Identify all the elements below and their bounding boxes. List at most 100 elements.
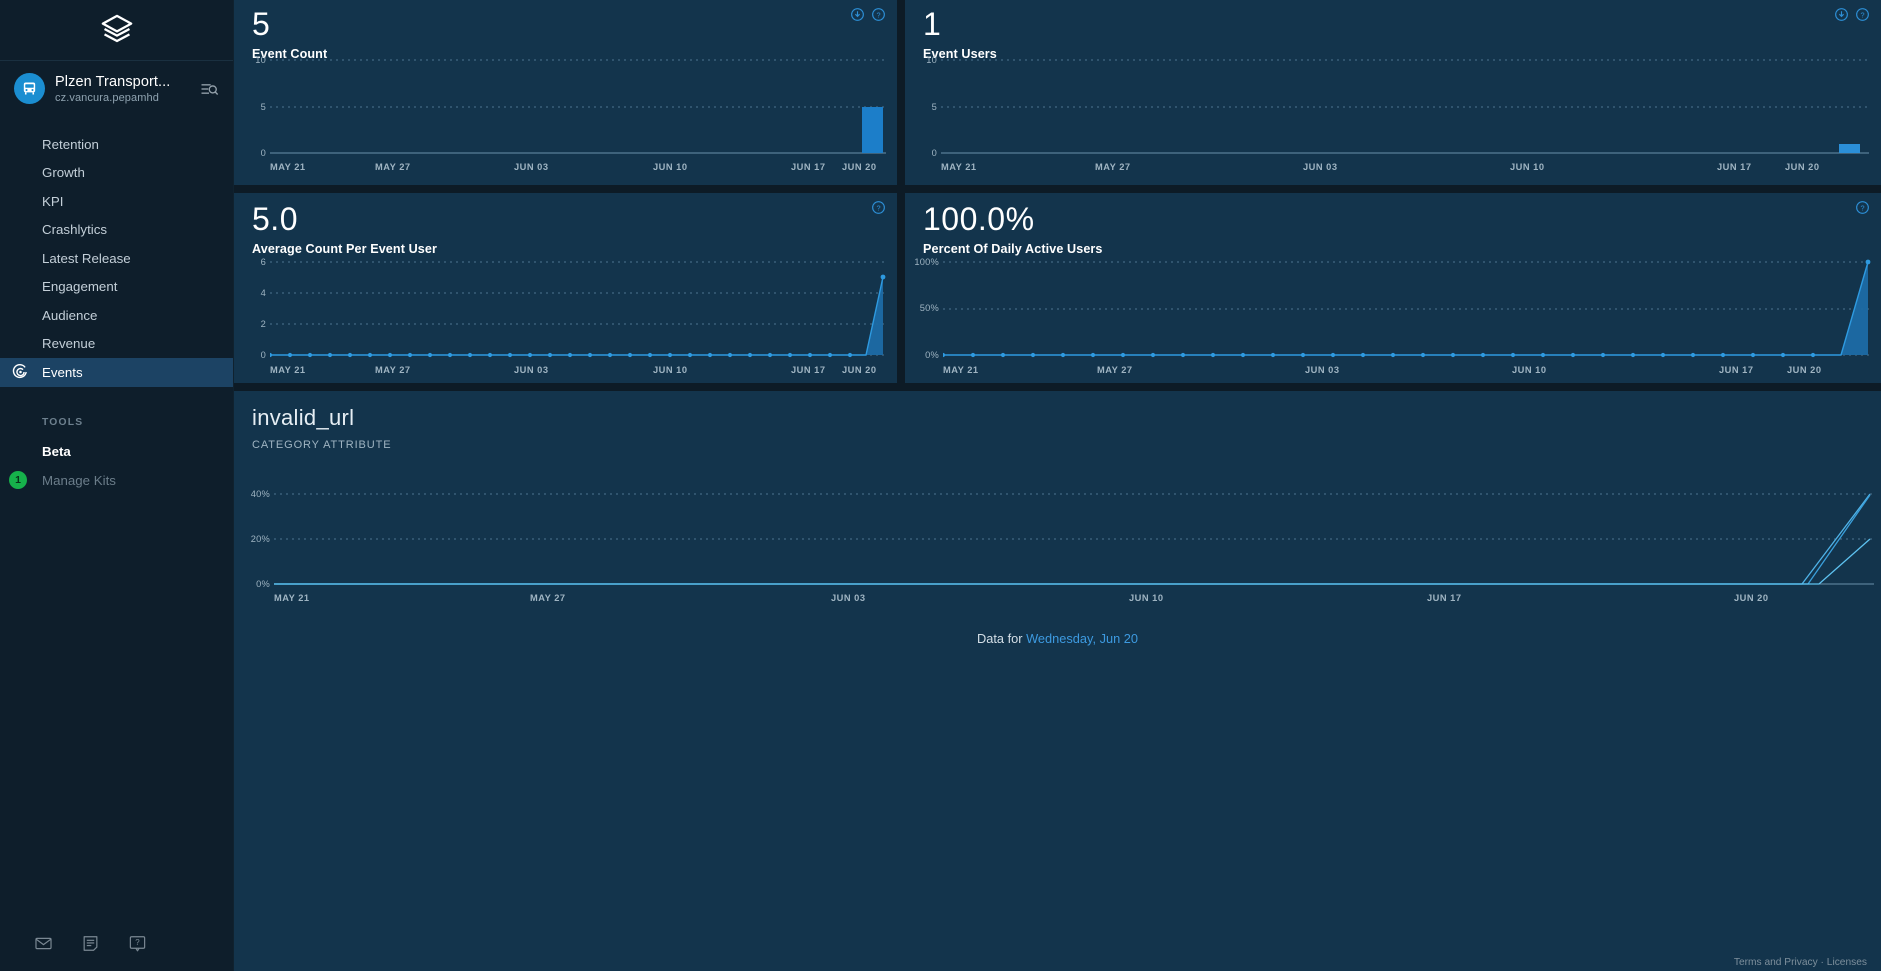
x-tick: JUN 10 — [1512, 365, 1547, 375]
brand-logo[interactable] — [0, 0, 233, 60]
sidebar-item-revenue[interactable]: Revenue — [0, 330, 233, 359]
y-tick: 6 — [260, 257, 266, 267]
bar-jun-20 — [862, 107, 883, 153]
card-actions: ? — [1835, 8, 1869, 21]
terms-link[interactable]: Terms and Privacy — [1734, 957, 1818, 968]
bar-jun-20 — [1839, 144, 1860, 153]
svg-text:?: ? — [135, 938, 140, 947]
x-tick: JUN 03 — [1305, 365, 1340, 375]
list-search-icon[interactable] — [199, 79, 219, 99]
sidebar-item-label: Events — [42, 364, 83, 380]
app-meta: Plzen Transport... cz.vancura.pepamhd — [55, 74, 189, 104]
kpi-value: 100.0% — [923, 201, 1035, 237]
help-icon[interactable]: ? — [872, 8, 885, 21]
x-tick: MAY 27 — [375, 162, 411, 172]
x-tick: JUN 03 — [514, 162, 549, 172]
sidebar-item-label: Manage Kits — [42, 472, 116, 488]
main-content: 5 Event Count ? 10 5 0 MAY 21 MAY 27 JUN… — [234, 0, 1881, 971]
sidebar-item-crashlytics[interactable]: Crashlytics — [0, 216, 233, 245]
x-tick: JUN 10 — [653, 162, 688, 172]
event-name: invalid_url — [252, 405, 355, 430]
sidebar-item-label: KPI — [42, 193, 64, 209]
event-subtitle: CATEGORY ATTRIBUTE — [252, 439, 392, 451]
x-tick: JUN 20 — [1787, 365, 1822, 375]
event-count-chart — [270, 59, 886, 154]
x-tick: JUN 20 — [842, 365, 877, 375]
y-tick: 2 — [260, 319, 266, 329]
card-actions: ? — [872, 201, 885, 214]
percent-dau-chart — [943, 259, 1871, 358]
card-actions: ? — [851, 8, 885, 21]
footer: Terms and Privacy · Licenses — [1734, 957, 1867, 968]
sidebar-item-retention[interactable]: Retention — [0, 130, 233, 159]
series-line-3 — [274, 538, 1871, 585]
x-tick: JUN 17 — [791, 162, 826, 172]
svg-text:?: ? — [876, 203, 880, 212]
download-icon[interactable] — [851, 8, 864, 21]
x-tick: MAY 27 — [530, 593, 566, 603]
mail-icon[interactable] — [34, 934, 53, 953]
sidebar-item-latest-release[interactable]: Latest Release — [0, 244, 233, 273]
card-invalid-url: invalid_url CATEGORY ATTRIBUTE 40% 20% 0… — [234, 391, 1881, 971]
sidebar-item-label: Growth — [42, 165, 85, 181]
help-icon[interactable]: ? — [128, 934, 147, 953]
card-event-users: 1 Event Users ? 10 5 0 MAY 21 MAY 27 JUN… — [905, 0, 1881, 185]
x-tick: JUN 03 — [831, 593, 866, 603]
sidebar-item-engagement[interactable]: Engagement — [0, 273, 233, 302]
app-root: Plzen Transport... cz.vancura.pepamhd Re… — [0, 0, 1881, 971]
sidebar-nav: Retention Growth KPI Crashlytics Latest … — [0, 130, 233, 387]
x-tick: MAY 27 — [1097, 365, 1133, 375]
layers-icon — [101, 14, 132, 43]
kpi-value: 5.0 — [252, 201, 298, 237]
x-tick: MAY 21 — [943, 365, 979, 375]
x-tick: JUN 17 — [1717, 162, 1752, 172]
sidebar-item-label: Latest Release — [42, 250, 131, 266]
sidebar-item-label: Engagement — [42, 279, 118, 295]
x-tick: JUN 20 — [842, 162, 877, 172]
x-tick: JUN 17 — [1427, 593, 1462, 603]
y-tick: 20% — [250, 534, 270, 544]
data-for-date[interactable]: Wednesday, Jun 20 — [1026, 631, 1138, 646]
y-tick: 0 — [260, 148, 266, 158]
help-icon[interactable]: ? — [1856, 8, 1869, 21]
kpi-title: Percent Of Daily Active Users — [923, 242, 1103, 256]
kpi-block: 100.0% Percent Of Daily Active Users — [923, 203, 1103, 256]
help-icon[interactable]: ? — [1856, 201, 1869, 214]
x-tick: MAY 21 — [274, 593, 310, 603]
sidebar-item-label: Crashlytics — [42, 222, 108, 238]
notes-icon[interactable] — [81, 934, 100, 953]
licenses-link[interactable]: Licenses — [1827, 957, 1867, 968]
sidebar-item-kpi[interactable]: KPI — [0, 187, 233, 216]
bus-icon — [23, 82, 36, 95]
sidebar-item-beta[interactable]: Beta — [0, 438, 233, 467]
x-tick: MAY 27 — [1095, 162, 1131, 172]
y-tick: 10 — [926, 55, 937, 65]
sidebar-item-growth[interactable]: Growth — [0, 159, 233, 188]
x-tick: JUN 17 — [1719, 365, 1754, 375]
kpi-value: 1 — [923, 6, 942, 42]
y-tick: 10 — [255, 55, 266, 65]
svg-text:?: ? — [1860, 10, 1864, 19]
data-points — [943, 259, 1871, 358]
x-tick: JUN 03 — [514, 365, 549, 375]
sidebar-item-manage-kits[interactable]: 1 Manage Kits — [0, 466, 233, 495]
help-icon[interactable]: ? — [872, 201, 885, 214]
card-avg-count-per-user: 5.0 Average Count Per Event User ? 6 4 2… — [234, 193, 897, 383]
card-event-count: 5 Event Count ? 10 5 0 MAY 21 MAY 27 JUN… — [234, 0, 897, 185]
svg-text:?: ? — [876, 10, 880, 19]
sidebar-item-label: Revenue — [42, 336, 96, 352]
sidebar-item-label: Retention — [42, 136, 99, 152]
sidebar-item-events[interactable]: Events — [0, 358, 233, 387]
y-tick: 100% — [914, 257, 939, 267]
x-tick: JUN 10 — [1129, 593, 1164, 603]
y-tick: 40% — [250, 489, 270, 499]
sidebar-item-audience[interactable]: Audience — [0, 301, 233, 330]
sidebar-item-label: Audience — [42, 307, 98, 323]
x-tick: JUN 10 — [653, 365, 688, 375]
card-percent-daily-active-users: 100.0% Percent Of Daily Active Users ? 1… — [905, 193, 1881, 383]
event-header: invalid_url CATEGORY ATTRIBUTE — [252, 405, 391, 451]
kpi-block: 5 Event Count — [252, 8, 327, 61]
download-icon[interactable] — [1835, 8, 1848, 21]
y-tick: 5 — [260, 102, 266, 112]
app-selector[interactable]: Plzen Transport... cz.vancura.pepamhd — [0, 61, 233, 116]
